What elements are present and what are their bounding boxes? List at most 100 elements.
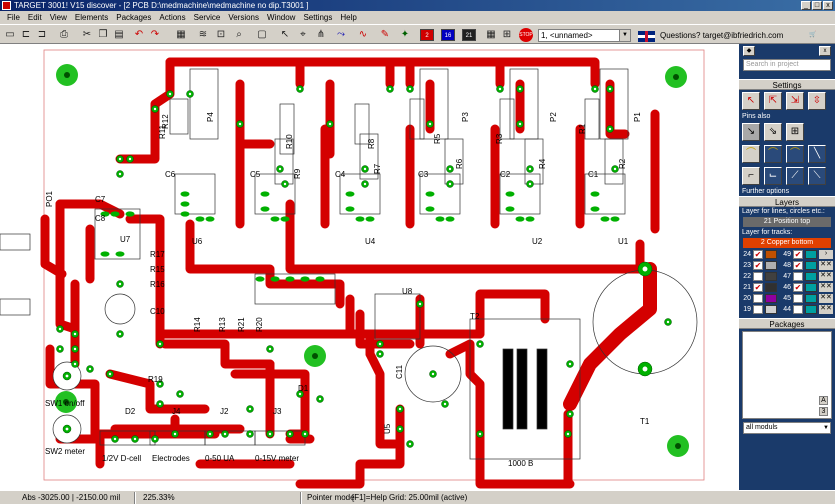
layer-visible-checkbox[interactable] [793, 305, 803, 314]
questions-email[interactable]: Questions? target@ibfriedrich.com [660, 31, 783, 40]
menu-window[interactable]: Window [263, 13, 299, 22]
print-icon[interactable]: ⎙ [57, 28, 71, 42]
layers-header[interactable]: Layers [739, 196, 835, 207]
arc-3-icon[interactable]: ⌒ [786, 145, 804, 163]
layer-visible-checkbox[interactable]: ✔ [753, 283, 763, 292]
settings-icon[interactable]: ▦ [484, 28, 498, 42]
search-element-icon[interactable]: ⌖ [296, 28, 310, 42]
line-icon[interactable]: ╲ [808, 145, 826, 163]
menu-service[interactable]: Service [190, 13, 225, 22]
layer-toggle-button[interactable]: › [819, 250, 833, 259]
diag-2-icon[interactable]: ⟍ [808, 167, 826, 185]
layer-visible-checkbox[interactable]: ✔ [793, 283, 803, 292]
zoom-icon[interactable]: ⌕ [232, 28, 246, 42]
zoom-fit-icon[interactable]: ▢ [255, 28, 269, 42]
layer-visible-checkbox[interactable] [753, 305, 763, 314]
layer-visible-checkbox[interactable]: ✔ [753, 261, 763, 270]
layer-color-swatch[interactable] [805, 250, 817, 259]
new-file-icon[interactable]: ▭ [3, 28, 17, 42]
layer-toggle-button[interactable]: ✕✕ [819, 261, 833, 270]
layer-visible-checkbox[interactable]: ✔ [793, 261, 803, 270]
copy-icon[interactable]: ❐ [96, 28, 110, 42]
pen-icon[interactable]: ✎ [378, 28, 392, 42]
settings-header[interactable]: Settings [739, 79, 835, 90]
pins-also-label[interactable]: Pins also [739, 112, 835, 121]
layer-toggle-button[interactable]: ✕✕ [819, 272, 833, 281]
layer-color-swatch[interactable] [805, 305, 817, 314]
layer-color-swatch[interactable] [805, 261, 817, 270]
menu-view[interactable]: View [46, 13, 71, 22]
arc-2-icon[interactable]: ⌒ [764, 145, 782, 163]
menu-elements[interactable]: Elements [71, 13, 112, 22]
layer-row[interactable]: 19 44 ✕✕ [739, 304, 835, 315]
layer-color-swatch[interactable] [765, 294, 777, 303]
track-icon[interactable]: ∿ [356, 28, 370, 42]
menu-actions[interactable]: Actions [155, 13, 189, 22]
cut-icon[interactable]: ✂ [80, 28, 94, 42]
select-mode-icon[interactable]: ↖ [742, 92, 760, 110]
save-icon[interactable]: ⊐ [35, 28, 49, 42]
copper-bottom-select[interactable]: 2 Copper bottom [743, 238, 831, 248]
layer-color-swatch[interactable] [805, 272, 817, 281]
layer-21-button[interactable]: 21 [462, 29, 476, 41]
layer-toggle-button[interactable]: ✕✕ [819, 305, 833, 314]
chevron-down-icon[interactable]: ▼ [823, 423, 829, 433]
pointer-icon[interactable]: ↖ [278, 28, 292, 42]
undo-icon[interactable]: ↶ [132, 28, 146, 42]
route-icon[interactable]: ⤳ [334, 28, 348, 42]
arc-icon[interactable]: ⌒ [742, 145, 760, 163]
layer-toggle-button[interactable]: ✕✕ [819, 294, 833, 303]
chevron-down-icon[interactable]: ▼ [619, 30, 630, 41]
layer-row[interactable]: 22 47 ✕✕ [739, 271, 835, 282]
wand-icon[interactable]: ✦ [398, 28, 412, 42]
corner-icon[interactable]: ⌐ [742, 167, 760, 185]
close-button[interactable]: x [823, 1, 833, 10]
pcb-layout[interactable]: P4 P3 P2 P1R12R10 R8 R5 R3R1R11R9 R7 R6 R4 R2C7C6C… [0, 44, 739, 490]
move-pin-icon[interactable]: ⇘ [764, 123, 782, 141]
grid-icon[interactable]: ⊞ [500, 28, 514, 42]
layer-2-button[interactable]: 2 [420, 29, 434, 41]
cart-icon[interactable]: 🛒 [798, 28, 828, 42]
pcb-canvas[interactable]: P4 P3 P2 P1 R12 R10 R8 R5 R3 R1 R11 R9 R7 R6 R4 R2 C7 C6 C… [0, 44, 739, 490]
move-icon[interactable]: ↘ [742, 123, 760, 141]
layer-toggle-button[interactable]: ✕✕ [819, 283, 833, 292]
layer-color-swatch[interactable] [765, 283, 777, 292]
layer-row[interactable]: 24 ✔ 49 ✔ › [739, 249, 835, 260]
pkg-sort-a-button[interactable]: A [819, 396, 828, 405]
layer-row[interactable]: 21 ✔ 46 ✔ ✕✕ [739, 282, 835, 293]
zoom-window-icon[interactable]: ⊡ [214, 28, 228, 42]
stop-button[interactable]: STOP [519, 28, 533, 42]
close-panel-icon[interactable]: x [819, 46, 831, 56]
pkg-sort-b-button[interactable]: 3 [819, 407, 828, 416]
menu-edit[interactable]: Edit [24, 13, 46, 22]
check-icon[interactable]: ▦ [174, 28, 188, 42]
layer-color-swatch[interactable] [765, 261, 777, 270]
menu-help[interactable]: Help [336, 13, 360, 22]
layer-visible-checkbox[interactable] [793, 294, 803, 303]
maximize-button[interactable]: □ [812, 1, 822, 10]
paste-icon[interactable]: ▤ [112, 28, 126, 42]
menu-settings[interactable]: Settings [299, 13, 336, 22]
layer-visible-checkbox[interactable] [753, 272, 763, 281]
step-icon[interactable]: ⌙ [764, 167, 782, 185]
layer-visible-checkbox[interactable] [753, 294, 763, 303]
select-element-icon[interactable]: ⇳ [808, 92, 826, 110]
menu-file[interactable]: File [3, 13, 24, 22]
layer-visible-checkbox[interactable] [793, 272, 803, 281]
layer-visible-checkbox[interactable]: ✔ [753, 250, 763, 259]
connect-icon[interactable]: ⋔ [314, 28, 328, 42]
layers-icon[interactable]: ≋ [196, 28, 210, 42]
redo-icon[interactable]: ↷ [148, 28, 162, 42]
diag-icon[interactable]: ⟋ [786, 167, 804, 185]
open-icon[interactable]: ⊏ [19, 28, 33, 42]
layer-color-swatch[interactable] [805, 283, 817, 292]
all-moduls-select[interactable]: all moduls ▼ [743, 422, 831, 434]
layer-color-swatch[interactable] [765, 272, 777, 281]
minimize-button[interactable]: _ [801, 1, 811, 10]
select-pad-icon[interactable]: ⇱ [764, 92, 782, 110]
menu-packages[interactable]: Packages [112, 13, 155, 22]
layer-color-swatch[interactable] [765, 250, 777, 259]
packages-list[interactable]: A 3 [742, 331, 832, 419]
layer-color-swatch[interactable] [765, 305, 777, 314]
packages-header[interactable]: Packages [739, 318, 835, 329]
